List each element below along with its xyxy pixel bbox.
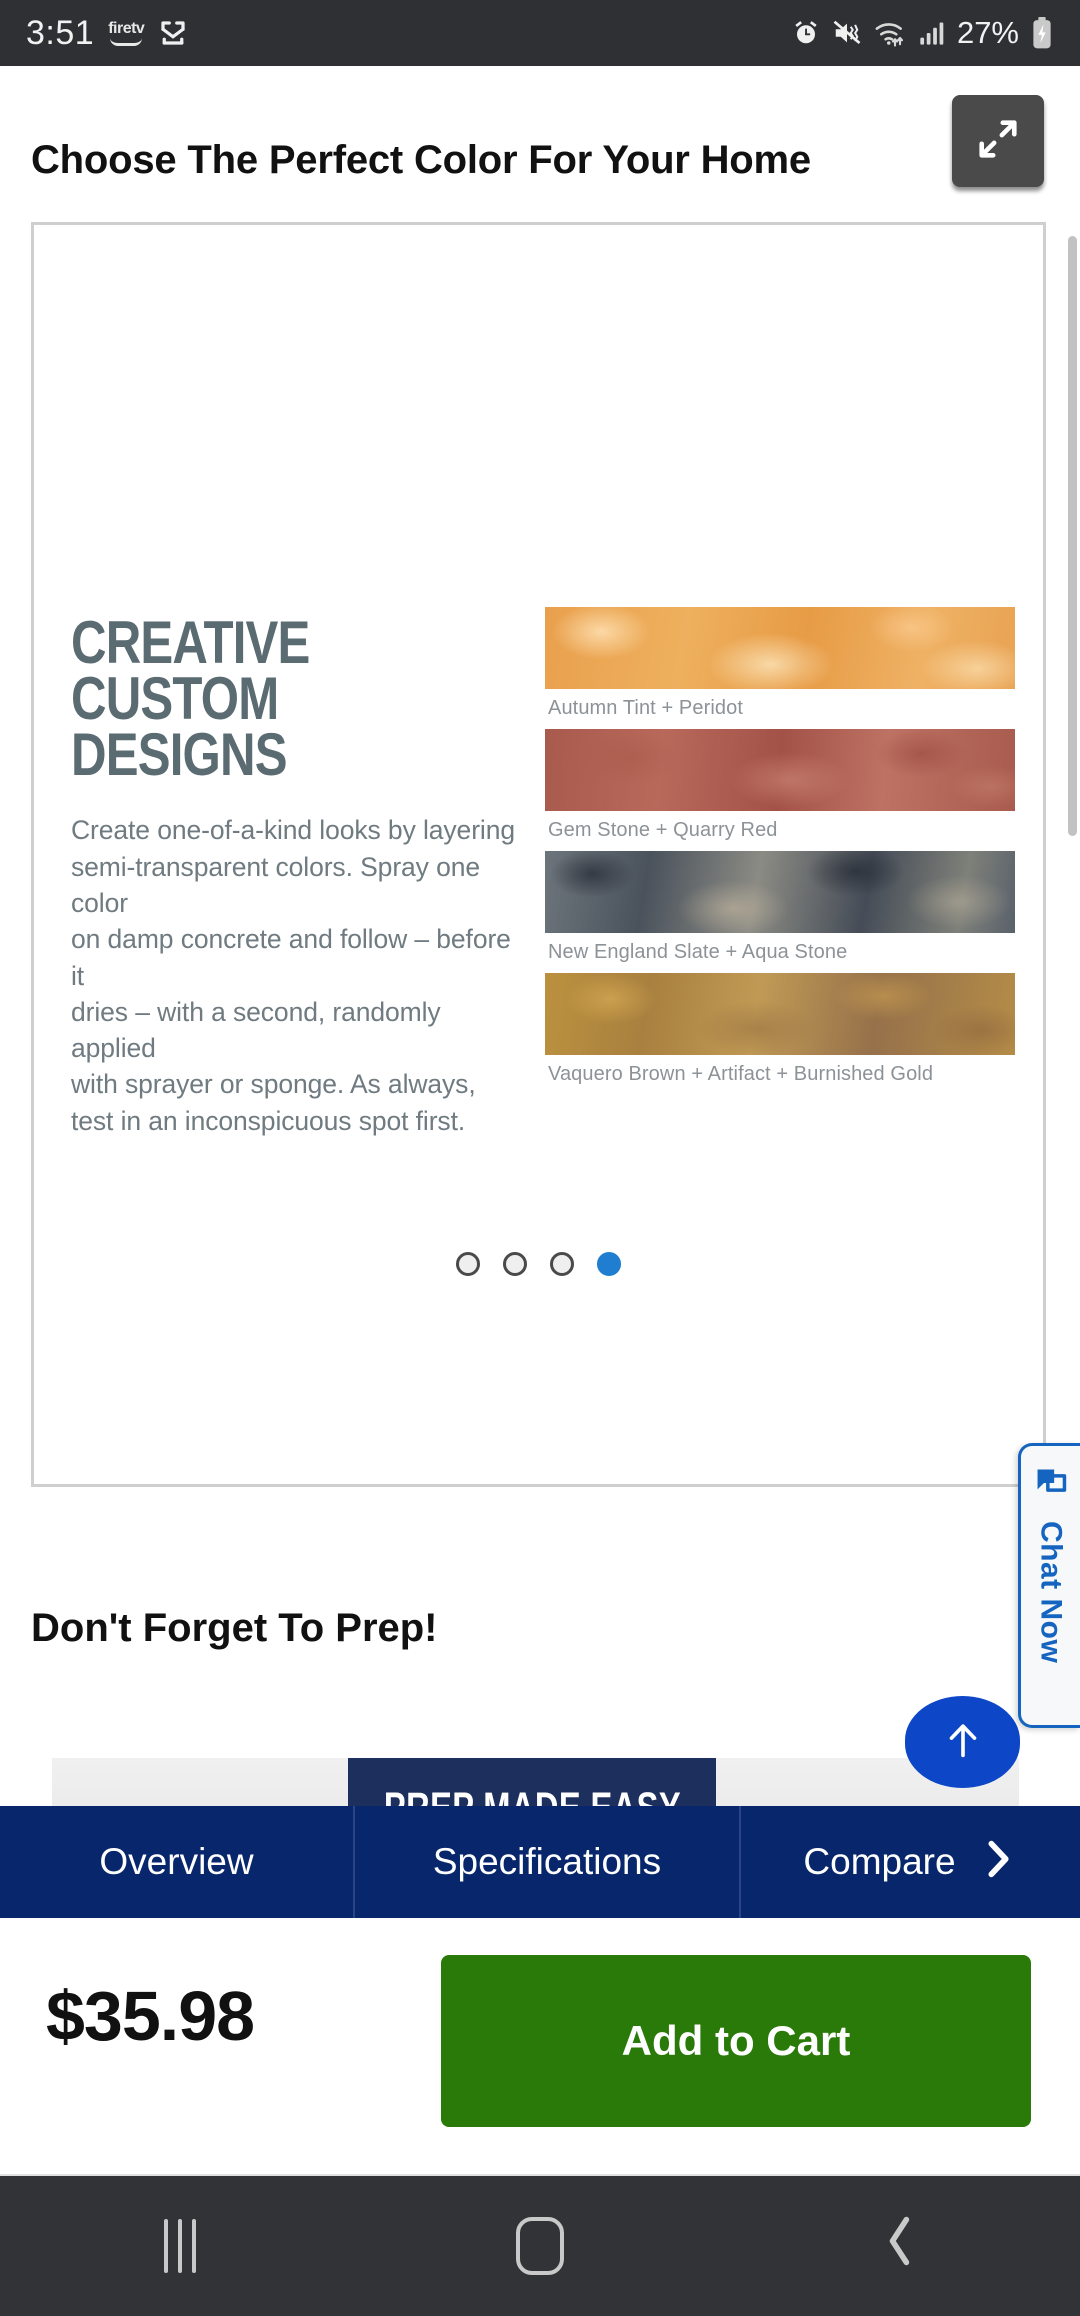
slide-headline: CREATIVE CUSTOM DESIGNS bbox=[71, 609, 310, 788]
slide-text-block: CREATIVE CUSTOM DESIGNS Create one-of-a-… bbox=[71, 609, 521, 1139]
chat-icon bbox=[1032, 1464, 1070, 1507]
product-carousel[interactable]: CREATIVE CUSTOM DESIGNS Create one-of-a-… bbox=[31, 222, 1046, 1487]
swatch-item: Vaquero Brown + Artifact + Burnished Gol… bbox=[545, 973, 1015, 1095]
recents-icon bbox=[164, 2219, 196, 2273]
swatch-label: New England Slate + Aqua Stone bbox=[548, 941, 848, 963]
swatch-image bbox=[545, 607, 1015, 689]
back-icon bbox=[881, 2211, 919, 2281]
tab-compare-label: Compare bbox=[803, 1841, 956, 1882]
page-scrollbar[interactable] bbox=[1068, 236, 1077, 836]
tab-compare[interactable]: Compare bbox=[741, 1806, 1078, 1918]
swatch-item: New England Slate + Aqua Stone bbox=[545, 851, 1015, 973]
arrow-up-icon bbox=[940, 1717, 986, 1768]
tab-overview[interactable]: Overview bbox=[0, 1806, 353, 1918]
tab-specifications-label: Specifications bbox=[432, 1841, 662, 1882]
wifi-icon bbox=[873, 18, 907, 48]
battery-percent: 27% bbox=[956, 15, 1019, 50]
status-bar-right: 27% bbox=[791, 15, 1054, 51]
tab-overview-label: Overview bbox=[99, 1841, 254, 1882]
phone-screen: 3:51 firetv 27% Choose The Perfect Color… bbox=[0, 0, 1080, 2316]
vibrate-off-icon bbox=[832, 18, 862, 48]
section-tab-bar: Overview Specifications Compare bbox=[0, 1806, 1080, 1918]
swatch-item: Gem Stone + Quarry Red bbox=[545, 729, 1015, 851]
nav-home-button[interactable] bbox=[360, 2217, 720, 2275]
firetv-wordmark: firetv bbox=[108, 19, 145, 37]
chat-now-tab[interactable]: Chat Now bbox=[1018, 1443, 1080, 1728]
swatch-label: Autumn Tint + Peridot bbox=[548, 697, 743, 719]
slide-body-copy: Create one-of-a-kind looks by layering s… bbox=[71, 815, 515, 1136]
firetv-smile bbox=[110, 38, 143, 46]
swatch-label: Vaquero Brown + Artifact + Burnished Gol… bbox=[548, 1063, 934, 1085]
carousel-dot-2[interactable] bbox=[503, 1252, 527, 1276]
status-bar-left: 3:51 firetv bbox=[26, 14, 188, 53]
chevron-right-icon[interactable] bbox=[982, 1836, 1016, 1889]
home-icon bbox=[516, 2217, 564, 2275]
cast-icon bbox=[158, 18, 188, 48]
swatch-image bbox=[545, 851, 1015, 933]
expand-button[interactable] bbox=[952, 95, 1044, 187]
purchase-bar: $35.98 Add to Cart bbox=[0, 1918, 1080, 2176]
page-content: Choose The Perfect Color For Your Home C… bbox=[0, 66, 1080, 1829]
product-price: $35.98 bbox=[46, 1977, 255, 2055]
carousel-dots bbox=[34, 1252, 1043, 1276]
firetv-logo-icon: firetv bbox=[108, 19, 145, 46]
carousel-dot-4[interactable] bbox=[597, 1252, 621, 1276]
add-to-cart-button[interactable]: Add to Cart bbox=[441, 1955, 1031, 2127]
alarm-icon bbox=[791, 18, 821, 48]
android-nav-bar bbox=[0, 2176, 1080, 2316]
scroll-to-top-button[interactable] bbox=[905, 1696, 1020, 1788]
swatch-list: Autumn Tint + Peridot Gem Stone + Quarry… bbox=[545, 607, 1015, 1095]
prep-section-title: Don't Forget To Prep! bbox=[31, 1606, 438, 1650]
page-title: Choose The Perfect Color For Your Home bbox=[31, 138, 811, 182]
status-bar: 3:51 firetv 27% bbox=[0, 0, 1080, 66]
swatch-item: Autumn Tint + Peridot bbox=[545, 607, 1015, 729]
carousel-dot-3[interactable] bbox=[550, 1252, 574, 1276]
status-clock: 3:51 bbox=[26, 13, 95, 52]
nav-recents-button[interactable] bbox=[0, 2219, 360, 2273]
chat-now-label: Chat Now bbox=[1034, 1521, 1068, 1664]
swatch-image bbox=[545, 729, 1015, 811]
tab-specifications[interactable]: Specifications bbox=[353, 1806, 741, 1918]
battery-charging-icon bbox=[1030, 17, 1054, 49]
swatch-label: Gem Stone + Quarry Red bbox=[548, 819, 778, 841]
carousel-slide: CREATIVE CUSTOM DESIGNS Create one-of-a-… bbox=[34, 225, 1043, 1484]
carousel-dot-1[interactable] bbox=[456, 1252, 480, 1276]
nav-back-button[interactable] bbox=[720, 2211, 1080, 2281]
signal-icon bbox=[918, 19, 946, 47]
swatch-image bbox=[545, 973, 1015, 1055]
expand-icon bbox=[975, 116, 1021, 167]
